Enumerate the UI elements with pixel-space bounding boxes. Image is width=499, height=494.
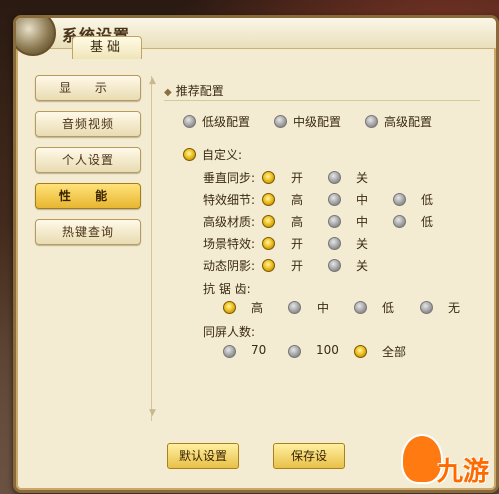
scroll-up-icon[interactable]: ▲: [149, 76, 156, 86]
material-low-label: 低: [421, 215, 434, 229]
category-nav: 显 示 音频视频 个人设置 性 能 热键查询: [35, 75, 141, 255]
custom-label: 自定义:: [202, 148, 243, 162]
section-title: ◆ 推荐配置: [164, 82, 224, 99]
nav-personal[interactable]: 个人设置: [35, 147, 141, 173]
scene-label: 场景特效:: [203, 237, 256, 251]
nav-display[interactable]: 显 示: [35, 75, 141, 101]
players-70-label: 70: [251, 343, 267, 357]
preset-mid-label: 中级配置: [293, 115, 342, 129]
vsync-on-label: 开: [291, 171, 304, 185]
aa-none-label: 无: [448, 301, 461, 315]
save-settings-button[interactable]: 保存设: [273, 443, 345, 469]
nav-performance[interactable]: 性 能: [35, 183, 141, 209]
window-emblem-icon: [16, 18, 56, 56]
vsync-on-radio[interactable]: [262, 171, 275, 184]
material-mid-radio[interactable]: [328, 215, 341, 228]
panel-divider: [151, 76, 152, 421]
shadow-off-radio[interactable]: [328, 259, 341, 272]
nav-hotkeys[interactable]: 热键查询: [35, 219, 141, 245]
scene-on-label: 开: [291, 237, 304, 251]
effects-high-radio[interactable]: [262, 193, 275, 206]
material-label: 高级材质:: [203, 215, 256, 229]
vsync-label: 垂直同步:: [203, 171, 256, 185]
effects-high-label: 高: [291, 193, 304, 207]
settings-window: 系统设置 基础 显 示 音频视频 个人设置 性 能 热键查询 ▲ ▼ ◆推荐配置…: [13, 15, 499, 493]
players-label: 同屏人数:: [203, 325, 256, 339]
players-70-radio[interactable]: [223, 345, 236, 358]
effects-low-label: 低: [421, 193, 434, 207]
shadow-on-label: 开: [291, 259, 304, 273]
material-high-radio[interactable]: [262, 215, 275, 228]
default-settings-button[interactable]: 默认设置: [167, 443, 239, 469]
aa-high-label: 高: [251, 301, 264, 315]
players-all-radio[interactable]: [354, 345, 367, 358]
preset-high-label: 高级配置: [384, 115, 433, 129]
watermark-text: 九游: [436, 457, 489, 487]
aa-low-radio[interactable]: [354, 301, 367, 314]
vsync-off-radio[interactable]: [328, 171, 341, 184]
players-100-label: 100: [316, 343, 339, 357]
site-watermark: 九游: [393, 434, 493, 490]
effects-mid-label: 中: [356, 193, 369, 207]
aa-label: 抗 锯 齿:: [203, 282, 251, 296]
preset-low-label: 低级配置: [202, 115, 251, 129]
material-mid-label: 中: [356, 215, 369, 229]
aa-mid-radio[interactable]: [288, 301, 301, 314]
aa-low-label: 低: [382, 301, 395, 315]
aa-high-radio[interactable]: [223, 301, 236, 314]
preset-low-radio[interactable]: [183, 115, 196, 128]
scene-on-radio[interactable]: [262, 237, 275, 250]
material-high-label: 高: [291, 215, 304, 229]
preset-high-radio[interactable]: [365, 115, 378, 128]
shadow-on-radio[interactable]: [262, 259, 275, 272]
section-title-text: 推荐配置: [175, 84, 224, 98]
vsync-off-label: 关: [356, 171, 369, 185]
scene-off-label: 关: [356, 237, 369, 251]
shadow-off-label: 关: [356, 259, 369, 273]
players-all-label: 全部: [382, 345, 407, 359]
material-low-radio[interactable]: [393, 215, 406, 228]
aa-mid-label: 中: [317, 301, 330, 315]
preset-mid-radio[interactable]: [274, 115, 287, 128]
shadow-label: 动态阴影:: [203, 259, 256, 273]
effects-low-radio[interactable]: [393, 193, 406, 206]
aa-none-radio[interactable]: [420, 301, 433, 314]
tab-basic[interactable]: 基础: [72, 36, 142, 59]
scene-off-radio[interactable]: [328, 237, 341, 250]
section-underline: [164, 100, 480, 101]
effects-label: 特效细节:: [203, 193, 256, 207]
effects-mid-radio[interactable]: [328, 193, 341, 206]
scroll-down-icon[interactable]: ▼: [149, 408, 156, 418]
players-100-radio[interactable]: [288, 345, 301, 358]
nav-audio-video[interactable]: 音频视频: [35, 111, 141, 137]
section-marker-icon: ◆: [164, 87, 172, 98]
custom-radio[interactable]: [183, 148, 196, 161]
